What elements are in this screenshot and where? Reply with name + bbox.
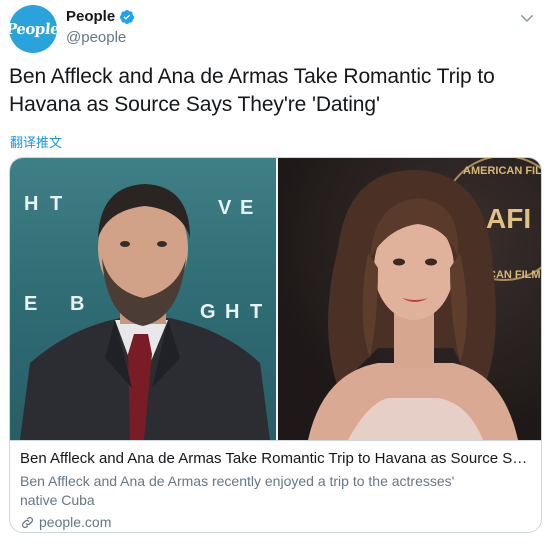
handle: @people (66, 29, 127, 46)
card-domain[interactable]: people.com (39, 514, 111, 530)
verified-badge-icon (120, 9, 135, 24)
account-info[interactable]: People @people (66, 8, 135, 46)
link-preview-card[interactable]: H T V E E B G H T AMERICAN FIL AFI CAN F… (9, 157, 542, 533)
backdrop-afi-text: CAN FILM (488, 269, 541, 281)
photo-ben-affleck: H T V E E B G H T (10, 158, 276, 440)
portrait-woman-illustration: AMERICAN FILM AFI CAN FILM (308, 158, 542, 440)
chevron-down-icon[interactable] (518, 9, 536, 27)
backdrop-letter: B (70, 293, 84, 315)
backdrop-afi-text: AMERICAN FILM (463, 165, 542, 177)
backdrop-letter: H (225, 301, 239, 323)
card-body[interactable]: Ben Affleck and Ana de Armas Take Romant… (10, 440, 541, 532)
link-icon (22, 516, 33, 528)
backdrop-letter: T (50, 193, 62, 215)
avatar[interactable]: People (9, 5, 57, 53)
card-title[interactable]: Ben Affleck and Ana de Armas Take Romant… (20, 449, 533, 469)
photo-ana-de-armas: AMERICAN FILM AFI CAN FILM (276, 158, 542, 440)
avatar-logo-text: People (9, 20, 57, 38)
backdrop-letter: E (240, 197, 253, 219)
backdrop-letter: G (200, 301, 216, 323)
display-name[interactable]: People (66, 8, 115, 25)
translate-tweet-link[interactable]: 翻译推文 (10, 132, 62, 151)
backdrop-letter: E (24, 293, 37, 315)
card-description: Ben Affleck and Ana de Armas recently en… (20, 473, 455, 508)
backdrop-letter: T (250, 301, 262, 323)
backdrop-letter: H (24, 193, 38, 215)
portrait-man-illustration: H T V E E B G H T (20, 184, 270, 440)
card-domain-row[interactable]: people.com (20, 514, 533, 530)
backdrop-afi-logo: AFI (486, 203, 531, 234)
backdrop-letter: V (218, 197, 232, 219)
card-image[interactable]: H T V E E B G H T AMERICAN FIL AFI CAN F… (10, 158, 542, 440)
tweet-text: Ben Affleck and Ana de Armas Take Romant… (9, 65, 495, 116)
